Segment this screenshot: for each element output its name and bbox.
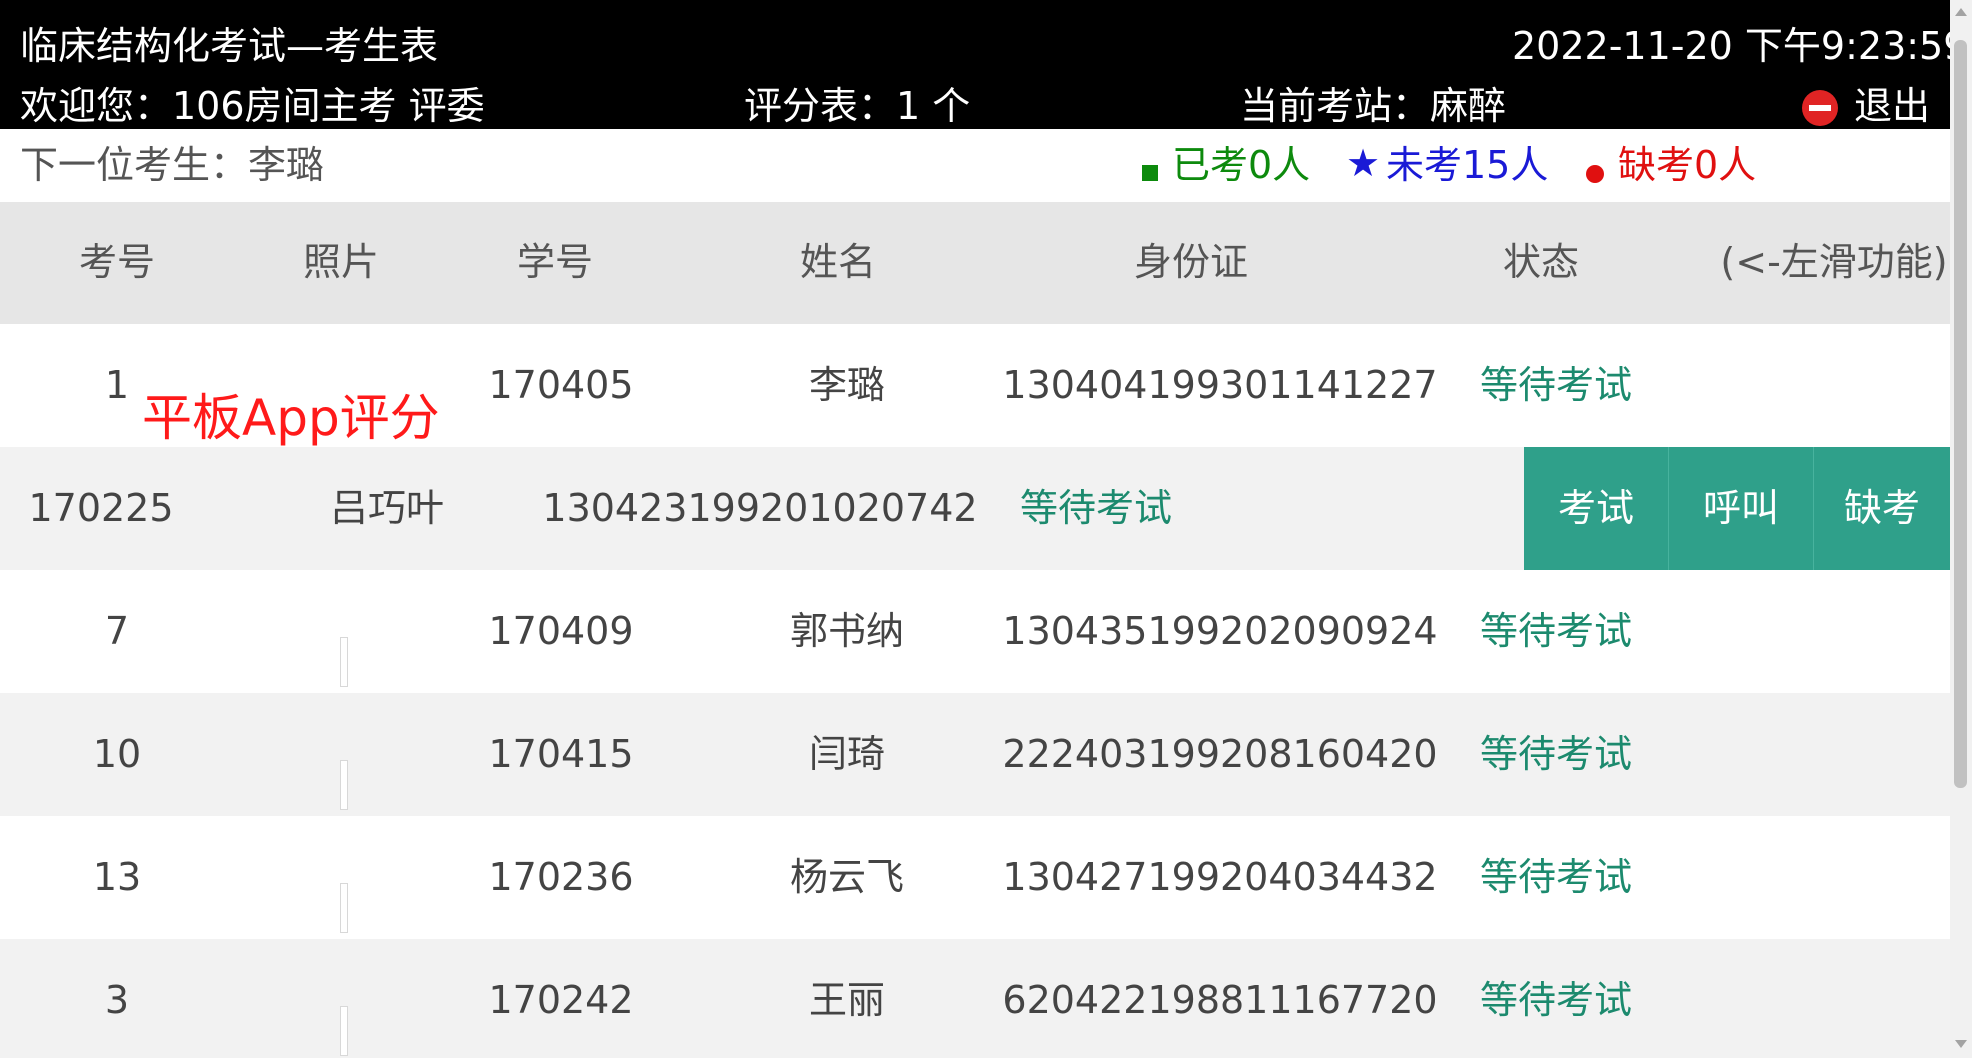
cell-name: 杨云飞	[789, 855, 905, 899]
pending-count: 未考15人	[1386, 143, 1549, 187]
photo-placeholder	[340, 1006, 348, 1056]
next-candidate: 下一位考生：李璐	[20, 143, 325, 187]
cell-exam-no: 1	[104, 363, 130, 407]
cell-exam-no: 10	[92, 732, 142, 776]
cell-name: 郭书纳	[789, 609, 905, 653]
col-status: 状态	[1502, 240, 1580, 284]
table-header: 考号 照片 学号 姓名 身份证 状态 (<-左滑功能)	[0, 202, 1950, 324]
cell-student-no: 170242	[488, 978, 634, 1022]
swipe-actions: 考试 呼叫 缺考	[1524, 447, 1950, 570]
photo-placeholder	[340, 760, 348, 810]
cell-student-no: 170415	[488, 732, 634, 776]
col-id-card: 身份证	[1133, 240, 1249, 284]
cell-status: 等待考试	[1479, 732, 1633, 776]
col-photo: 照片	[302, 240, 380, 284]
cell-id-card: 620422198811167720	[1002, 978, 1438, 1022]
table-row[interactable]: 10 170415 闫琦 222403199208160420 等待考试	[0, 693, 1950, 816]
dot-icon	[1586, 165, 1604, 183]
app-title: 临床结构化考试—考生表	[20, 24, 439, 68]
info-bar: 下一位考生：李璐 已考0人 ★ 未考15人 缺考0人	[0, 129, 1950, 202]
exit-button[interactable]: 退出	[1854, 84, 1930, 128]
datetime: 2022-11-20 下午9:23:59	[1512, 24, 1968, 68]
table-row[interactable]: 7 170409 郭书纳 130435199202090924 等待考试	[0, 570, 1950, 693]
current-station: 当前考站：麻醉	[1240, 84, 1507, 128]
star-icon: ★	[1346, 141, 1381, 185]
cell-id-card: 222403199208160420	[1002, 732, 1438, 776]
score-sheet-count: 评分表：1 个	[744, 84, 971, 128]
cell-id-card: 130423199201020742	[542, 486, 978, 530]
table-row-swiped[interactable]: 170225 吕巧叶 130423199201020742 等待考试 考试 呼叫…	[0, 447, 1950, 570]
cell-exam-no: 7	[104, 609, 130, 653]
table-row[interactable]: 13 170236 杨云飞 130427199204034432 等待考试	[0, 816, 1950, 939]
scroll-up-icon[interactable]	[1955, 8, 1967, 16]
cell-student-no: 170409	[488, 609, 634, 653]
table-row[interactable]: 3 170242 王丽 620422198811167720 等待考试	[0, 939, 1950, 1058]
cell-status: 等待考试	[1479, 978, 1633, 1022]
col-student-no: 学号	[516, 240, 594, 284]
cell-status: 等待考试	[1479, 363, 1633, 407]
cell-status: 等待考试	[1479, 855, 1633, 899]
cell-id-card: 130404199301141227	[1002, 363, 1438, 407]
mark-absent-button[interactable]: 缺考	[1814, 447, 1950, 570]
cell-id-card: 130427199204034432	[1002, 855, 1438, 899]
cell-student-no: 170405	[488, 363, 634, 407]
absent-count: 缺考0人	[1618, 143, 1757, 187]
cell-status: 等待考试	[1479, 609, 1633, 653]
cell-name: 吕巧叶	[329, 486, 445, 530]
welcome-text: 欢迎您：106房间主考 评委	[20, 84, 485, 128]
exit-icon[interactable]	[1802, 90, 1838, 126]
exam-button[interactable]: 考试	[1524, 447, 1668, 570]
cell-status: 等待考试	[1019, 486, 1173, 530]
cell-id-card: 130435199202090924	[1002, 609, 1438, 653]
photo-placeholder	[340, 883, 348, 933]
done-count: 已考0人	[1172, 143, 1311, 187]
page: 临床结构化考试—考生表 2022-11-20 下午9:23:59 欢迎您：106…	[0, 0, 1972, 1058]
cell-name: 闫琦	[808, 732, 886, 776]
cell-exam-no: 13	[92, 855, 142, 899]
scroll-down-icon[interactable]	[1955, 1040, 1967, 1048]
square-icon	[1142, 165, 1158, 181]
cell-student-no: 170225	[28, 486, 174, 530]
col-exam-no: 考号	[78, 240, 156, 284]
col-name: 姓名	[799, 240, 877, 284]
cell-name: 李璐	[808, 363, 886, 407]
overlay-annotation: 平板App评分	[142, 389, 440, 447]
col-swipe-hint: (<-左滑功能)	[1720, 240, 1948, 284]
cell-name: 王丽	[808, 978, 886, 1022]
scrollbar-thumb[interactable]	[1954, 40, 1967, 788]
cell-student-no: 170236	[488, 855, 634, 899]
call-button[interactable]: 呼叫	[1669, 447, 1813, 570]
header-bar: 临床结构化考试—考生表 2022-11-20 下午9:23:59 欢迎您：106…	[0, 0, 1967, 129]
cell-exam-no: 3	[104, 978, 130, 1022]
photo-placeholder	[340, 637, 348, 687]
